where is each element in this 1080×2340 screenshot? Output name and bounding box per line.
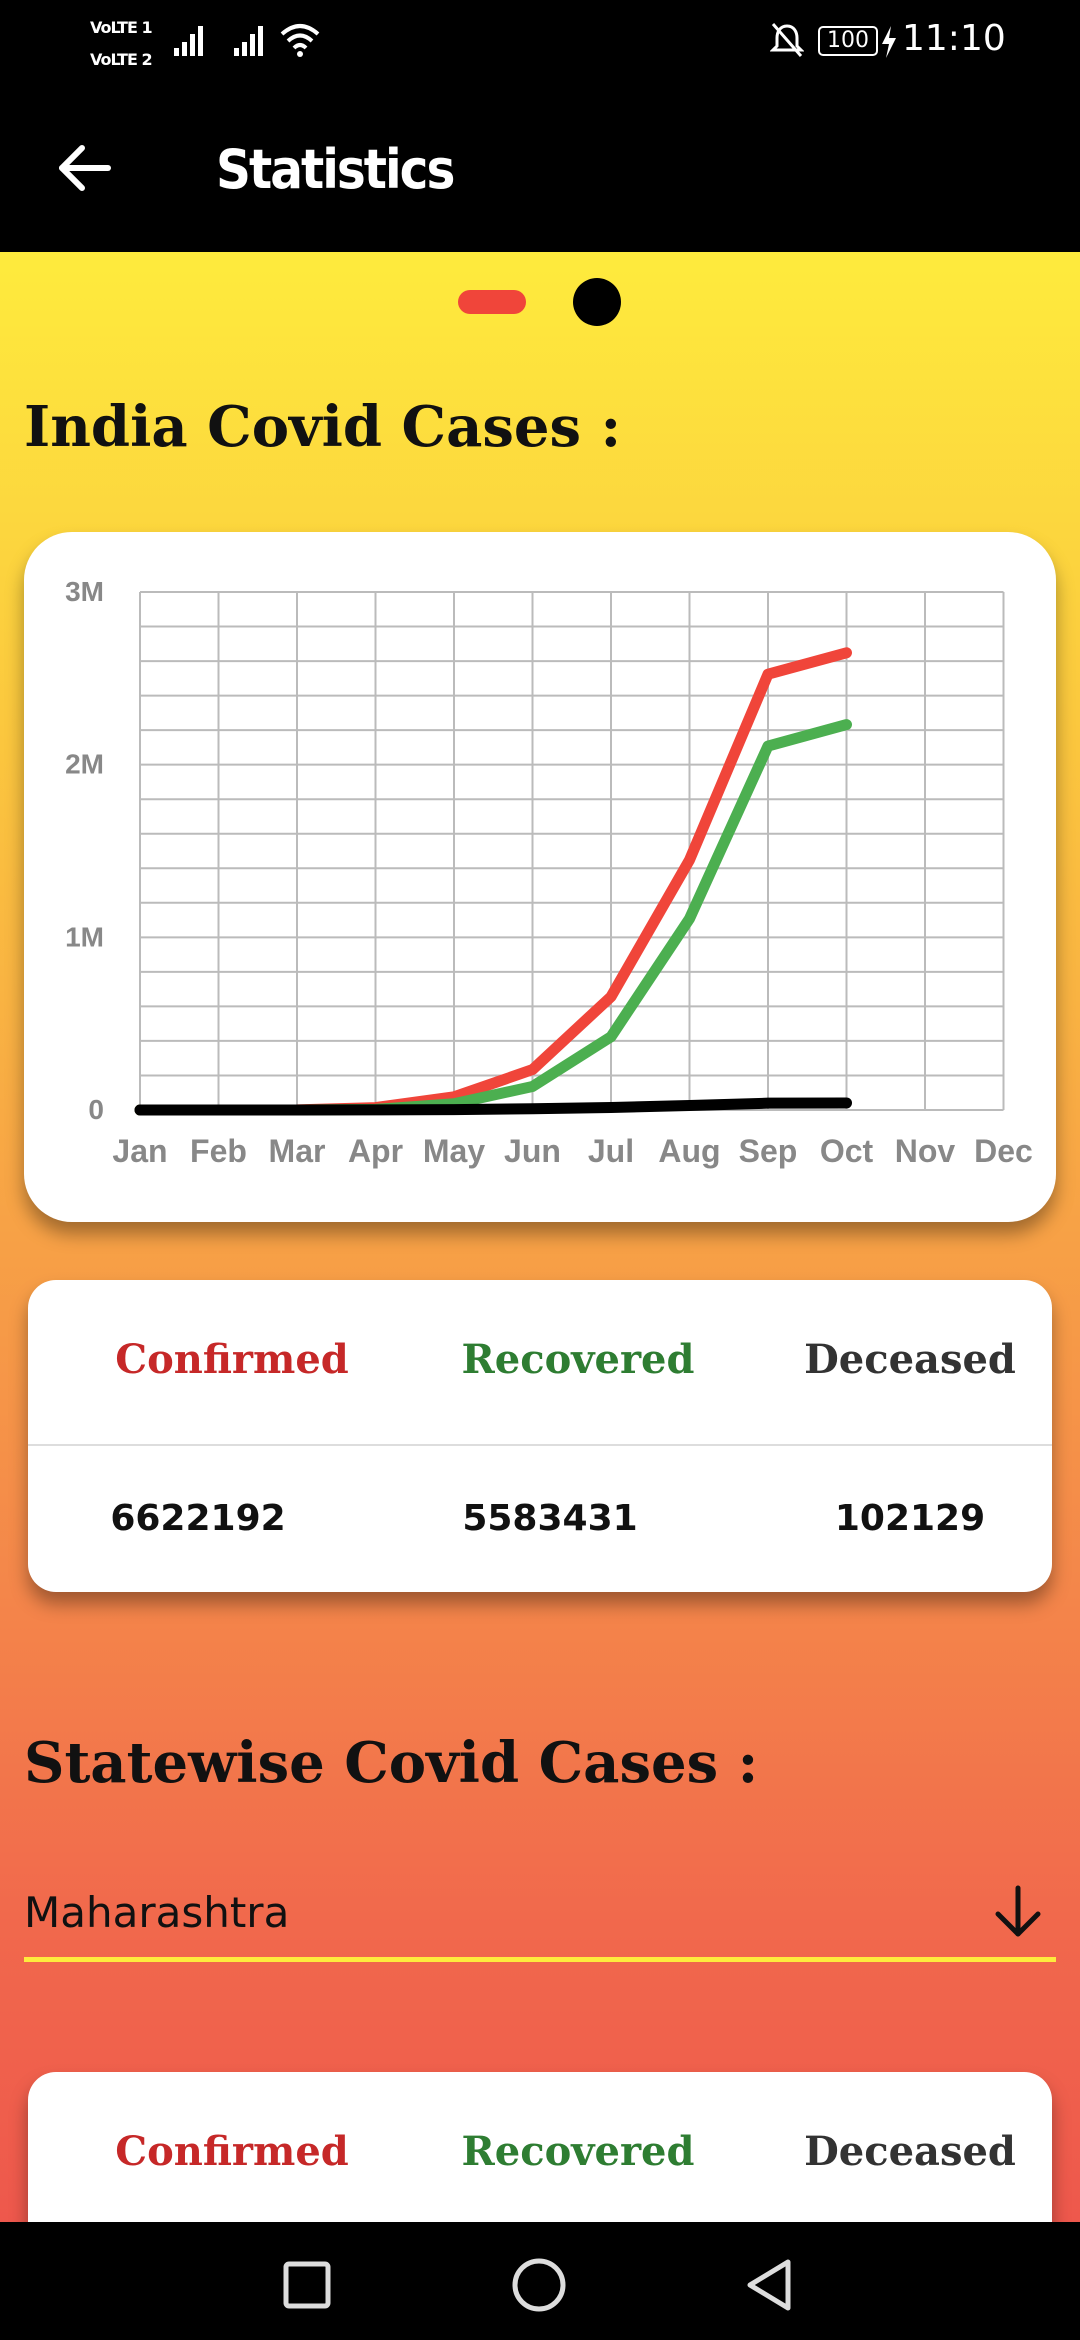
bell-off-icon bbox=[770, 23, 804, 57]
divider bbox=[28, 1444, 1052, 1446]
app-bar: Statistics bbox=[0, 82, 1080, 252]
clock: 11:10 bbox=[902, 18, 1006, 59]
recovered-label: Recovered bbox=[461, 1336, 695, 1383]
arrow-left-icon bbox=[59, 145, 111, 191]
statewise-section-title: Statewise Covid Cases : bbox=[24, 1730, 759, 1796]
wifi-icon bbox=[280, 24, 320, 57]
state-recovered-label: Recovered bbox=[461, 2128, 695, 2175]
y-tick-label: 2M bbox=[65, 749, 104, 780]
back-button[interactable] bbox=[50, 138, 120, 198]
covid-line-chart: 0 1M 2M 3M Jan Feb Mar Apr May Jun Jul Aug Sep Oct Nov… bbox=[65, 576, 1033, 1169]
india-stats-card: Confirmed Recovered Deceased 6622192 558… bbox=[28, 1280, 1052, 1592]
x-tick-label: Dec bbox=[974, 1133, 1033, 1169]
signal1-icon bbox=[174, 26, 203, 56]
state-stats-card: Confirmed Recovered Deceased bbox=[28, 2072, 1052, 2222]
triangle-back-icon[interactable] bbox=[736, 2250, 806, 2320]
y-tick-label: 0 bbox=[88, 1094, 104, 1125]
deceased-value: 102129 bbox=[834, 1498, 986, 1539]
charging-icon bbox=[882, 26, 896, 58]
battery-icon: 100 bbox=[818, 26, 878, 56]
recovered-value: 5583431 bbox=[462, 1498, 638, 1539]
x-tick-label: May bbox=[423, 1133, 485, 1169]
x-tick-label: Jul bbox=[588, 1133, 634, 1169]
x-tick-label: Oct bbox=[820, 1133, 874, 1169]
content[interactable]: India Covid Cases : 0 1M 2M 3M Jan Feb Mar Apr M… bbox=[0, 252, 1080, 2222]
series-line-1 bbox=[134, 719, 852, 1116]
y-tick-label: 3M bbox=[65, 576, 104, 607]
volte2-icon: VoLTE 2 bbox=[90, 50, 153, 69]
state-dropdown-value: Maharashtra bbox=[24, 1888, 290, 1937]
state-dropdown[interactable]: Maharashtra bbox=[24, 1858, 1056, 1962]
x-tick-label: Mar bbox=[269, 1133, 326, 1169]
series-line-2 bbox=[134, 1097, 852, 1116]
signal2-icon bbox=[234, 26, 263, 56]
status-bar: VoLTE 1 VoLTE 2 100 11:10 bbox=[0, 0, 1080, 82]
square-icon[interactable] bbox=[272, 2250, 342, 2320]
confirmed-label: Confirmed bbox=[115, 1336, 349, 1383]
x-tick-label: Sep bbox=[739, 1133, 798, 1169]
deceased-label: Deceased bbox=[804, 1336, 1016, 1383]
page-indicator-dot[interactable] bbox=[573, 278, 621, 326]
page-indicator-active[interactable] bbox=[458, 290, 526, 314]
x-tick-label: Nov bbox=[895, 1133, 956, 1169]
volte1-icon: VoLTE 1 bbox=[90, 18, 153, 37]
x-tick-label: Aug bbox=[658, 1133, 720, 1169]
y-tick-label: 1M bbox=[65, 921, 104, 952]
state-deceased-label: Deceased bbox=[804, 2128, 1016, 2175]
x-tick-label: Apr bbox=[348, 1133, 403, 1169]
x-tick-label: Jun bbox=[504, 1133, 561, 1169]
india-section-title: India Covid Cases : bbox=[24, 394, 622, 460]
x-tick-label: Feb bbox=[190, 1133, 247, 1169]
state-confirmed-label: Confirmed bbox=[115, 2128, 349, 2175]
confirmed-value: 6622192 bbox=[110, 1498, 286, 1539]
chart-card: 0 1M 2M 3M Jan Feb Mar Apr May Jun Jul Aug Sep Oct Nov… bbox=[24, 532, 1056, 1222]
circle-icon[interactable] bbox=[504, 2250, 574, 2320]
arrow-down-icon[interactable] bbox=[990, 1882, 1046, 1942]
page-title: Statistics bbox=[216, 138, 455, 201]
system-nav-bar bbox=[0, 2222, 1080, 2340]
x-tick-label: Jan bbox=[112, 1133, 167, 1169]
